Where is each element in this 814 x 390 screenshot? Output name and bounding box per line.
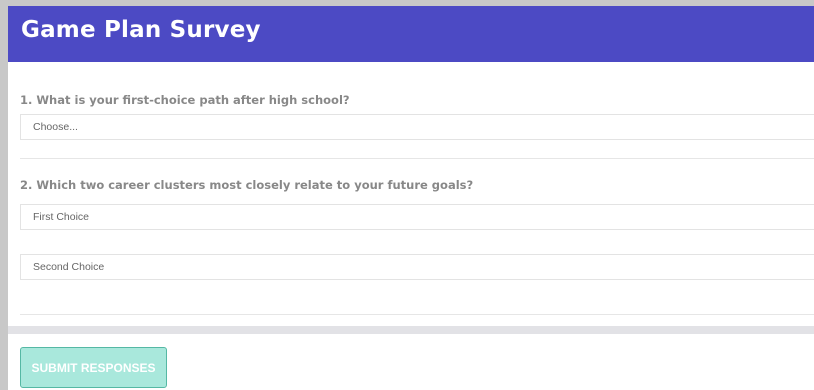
question-2-second-choice-select[interactable]: Second Choice [20,254,814,280]
question-2-second-choice-value: Second Choice [33,261,105,273]
submit-responses-button[interactable]: SUBMIT RESPONSES [20,347,167,388]
question-1-select[interactable]: Choose... [20,114,814,140]
question-2-first-choice-value: First Choice [33,211,90,223]
survey-title: Game Plan Survey [21,17,261,43]
question-divider [20,158,814,159]
survey-header: Game Plan Survey [8,6,814,62]
survey-page: Game Plan Survey 1. What is your first-c… [8,6,814,390]
question-1-label: 1. What is your first-choice path after … [20,93,350,107]
question-1-select-value: Choose... [33,121,78,133]
question-divider-bottom [20,314,814,315]
footer-band [8,326,814,334]
question-2-first-choice-select[interactable]: First Choice [20,204,814,230]
question-2-label: 2. Which two career clusters most closel… [20,178,474,192]
